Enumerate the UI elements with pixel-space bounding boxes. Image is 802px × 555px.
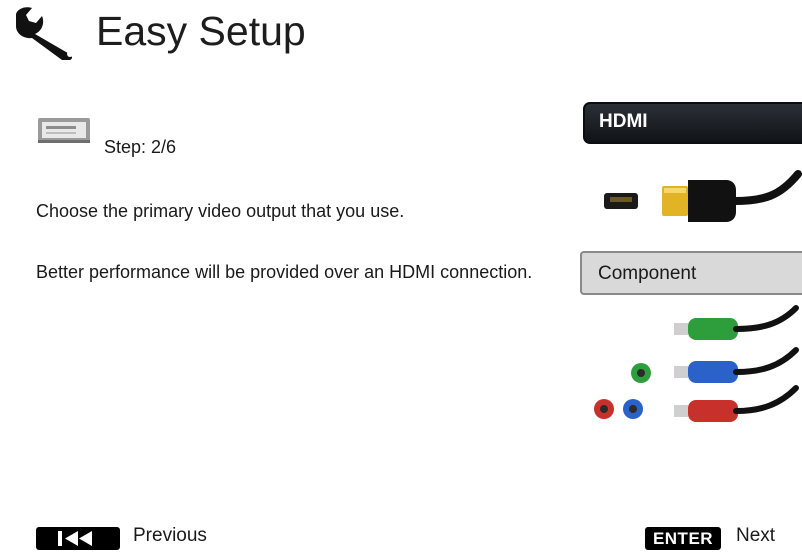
note-text: Better performance will be provided over…: [36, 262, 533, 282]
wrench-icon: [16, 7, 73, 60]
hdmi-option-label: HDMI: [599, 111, 648, 132]
page-title: Easy Setup: [96, 8, 306, 54]
enter-key-badge[interactable]: ENTER: [645, 527, 721, 550]
previous-label[interactable]: Previous: [133, 525, 207, 547]
hdmi-option[interactable]: HDMI: [583, 102, 802, 144]
hdmi-cable-icon: [604, 170, 802, 222]
component-option[interactable]: Component: [580, 251, 802, 295]
previous-button[interactable]: [36, 527, 120, 550]
step-indicator: Step: 2/6: [104, 137, 177, 157]
video-device-icon: [38, 118, 90, 143]
instruction-text: Choose the primary video output that you…: [36, 201, 405, 221]
component-option-label: Component: [598, 263, 697, 284]
component-cables-icon: [594, 305, 799, 422]
skip-back-icon: [58, 531, 92, 546]
next-label[interactable]: Next: [736, 525, 775, 547]
